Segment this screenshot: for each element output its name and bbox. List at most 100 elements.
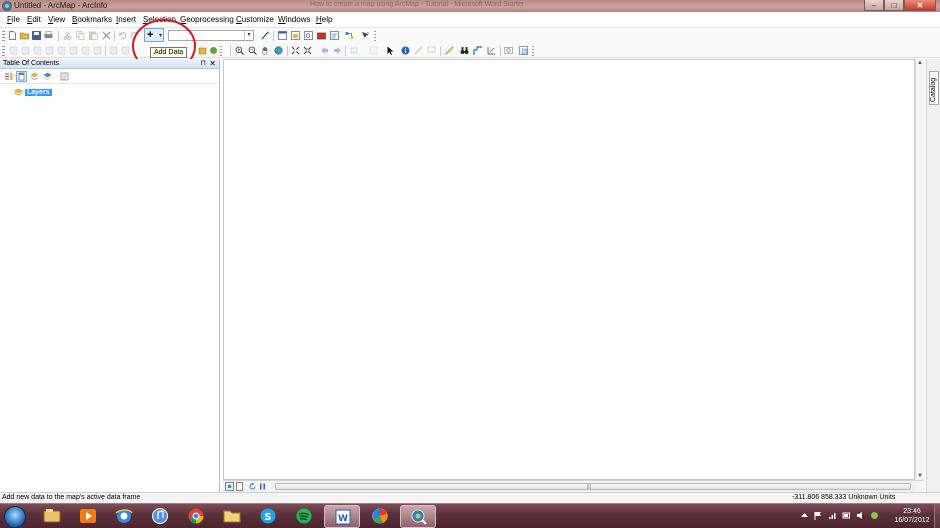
fixed-zoom-in-icon[interactable] [291, 46, 300, 55]
show-desktop-button[interactable] [934, 504, 940, 528]
tray-up-arrow-icon[interactable] [800, 511, 809, 520]
chevron-down-icon[interactable]: ▾ [244, 31, 253, 40]
find-route-icon[interactable] [473, 46, 482, 55]
sketch-properties-icon[interactable] [93, 46, 102, 55]
attributes-icon[interactable] [81, 46, 90, 55]
select-elements-pointer-icon[interactable] [386, 46, 395, 55]
list-by-visibility-icon[interactable] [30, 72, 39, 81]
refresh-icon[interactable] [248, 482, 257, 491]
toc-close-icon[interactable]: ✕ [209, 59, 216, 68]
tray-app-icon[interactable] [870, 511, 879, 520]
rotate-icon[interactable] [69, 46, 78, 55]
taskbar-itunes-icon[interactable] [142, 505, 178, 528]
pause-drawing-icon[interactable] [258, 482, 267, 491]
toolbar-grip-icon[interactable] [2, 31, 5, 41]
tray-flag-icon[interactable] [814, 511, 823, 520]
open-folder-icon[interactable] [20, 31, 29, 40]
list-by-drawing-order-icon[interactable] [4, 72, 13, 81]
arcscene-icon[interactable] [209, 46, 218, 55]
full-extent-globe-icon[interactable] [274, 46, 283, 55]
menu-edit[interactable]: Edit [27, 15, 41, 24]
python-window-icon[interactable] [330, 31, 339, 40]
html-popup-icon[interactable] [427, 46, 436, 55]
layers-data-frame-node[interactable]: Layers [14, 87, 52, 97]
taskbar-internet-explorer-icon[interactable] [106, 505, 142, 528]
zoom-in-icon[interactable] [235, 46, 244, 55]
reshape-icon[interactable] [33, 46, 42, 55]
taskbar-folder-icon[interactable] [214, 505, 250, 528]
scroll-down-arrow-icon[interactable]: ▼ [917, 473, 923, 479]
taskbar-skype-icon[interactable]: S [250, 505, 286, 528]
delete-icon[interactable] [102, 31, 111, 40]
go-forward-arrow-icon[interactable] [333, 46, 342, 55]
scrollbar-thumb[interactable] [275, 483, 911, 490]
taskbar-media-player-icon[interactable] [70, 505, 106, 528]
zoom-out-icon[interactable] [248, 46, 257, 55]
tray-network-icon[interactable] [828, 511, 837, 520]
select-by-rectangle-icon[interactable] [350, 46, 359, 55]
new-document-icon[interactable] [8, 31, 17, 40]
table-of-contents-window-icon[interactable] [278, 31, 287, 40]
list-by-selection-icon[interactable] [43, 72, 52, 81]
measure-icon[interactable] [445, 46, 454, 55]
toolbar-options-icon[interactable] [220, 46, 222, 56]
split-icon[interactable] [57, 46, 66, 55]
copy-icon[interactable] [76, 31, 85, 40]
map-display-area[interactable] [223, 59, 915, 480]
menu-windows[interactable]: Windows [278, 15, 310, 24]
pan-hand-icon[interactable] [261, 46, 270, 55]
paste-icon[interactable] [89, 31, 98, 40]
editor-toolbar-icon[interactable] [261, 31, 270, 40]
georef-icon[interactable] [109, 46, 118, 55]
go-to-xy-icon[interactable] [487, 46, 496, 55]
identify-icon[interactable] [401, 46, 410, 55]
layout-view-icon[interactable] [235, 482, 244, 491]
time-slider-icon[interactable] [504, 46, 513, 55]
menu-view[interactable]: View [48, 15, 65, 24]
tray-battery-icon[interactable] [842, 511, 851, 520]
menu-help[interactable]: Help [316, 15, 332, 24]
cut-icon[interactable] [63, 31, 72, 40]
cut-polygons-icon[interactable] [45, 46, 54, 55]
toolbar-grip-icon[interactable] [2, 46, 5, 56]
maximize-button[interactable]: □ [884, 0, 904, 11]
toolbar-options-icon[interactable] [374, 31, 376, 41]
hyperlink-icon[interactable] [414, 46, 423, 55]
start-button-icon[interactable] [4, 506, 26, 528]
taskbar-chrome-icon[interactable] [178, 505, 214, 528]
minimize-button[interactable]: – [864, 0, 884, 11]
taskbar-arcmap-icon[interactable] [400, 505, 436, 528]
menu-customize[interactable]: Customize [236, 15, 274, 24]
toc-options-icon[interactable] [60, 72, 69, 81]
menu-insert[interactable]: Insert [116, 15, 136, 24]
taskbar-picasa-icon[interactable] [362, 505, 398, 528]
undo-icon[interactable] [118, 31, 127, 40]
save-icon[interactable] [32, 31, 41, 40]
arcmap-app-icon[interactable] [2, 1, 12, 11]
menu-geoprocessing[interactable]: Geoprocessing [180, 15, 234, 24]
model-builder-icon[interactable] [345, 31, 354, 40]
scroll-up-arrow-icon[interactable]: ▲ [917, 60, 923, 66]
snapping-icon[interactable] [121, 46, 130, 55]
auto-hide-pin-icon[interactable]: ⊓ [201, 59, 206, 67]
search-window-icon[interactable] [304, 31, 313, 40]
layer-tool-icon[interactable] [198, 46, 207, 55]
find-binoculars-icon[interactable] [460, 46, 469, 55]
go-back-arrow-icon[interactable] [320, 46, 329, 55]
menu-file[interactable]: File [7, 15, 20, 24]
taskbar-explorer-icon[interactable] [34, 505, 70, 528]
map-vertical-scrollbar[interactable]: ▲ ▼ [915, 59, 924, 480]
data-view-icon[interactable] [225, 482, 234, 491]
taskbar-word-icon[interactable]: W [324, 505, 360, 528]
editor-sketch-icon[interactable] [9, 46, 18, 55]
menu-bookmarks[interactable]: Bookmarks [72, 15, 112, 24]
whats-this-help-icon[interactable]: ? [361, 31, 370, 40]
tray-volume-icon[interactable] [856, 511, 865, 520]
taskbar-spotify-icon[interactable] [286, 505, 322, 528]
arctoolbox-window-icon[interactable] [317, 31, 326, 40]
print-icon[interactable] [44, 31, 53, 40]
map-horizontal-scrollbar[interactable]: ||| [271, 482, 915, 491]
taskbar-clock[interactable]: 23:46 16/07/2012 [892, 507, 932, 525]
edit-vertices-icon[interactable] [21, 46, 30, 55]
fixed-zoom-out-icon[interactable] [303, 46, 312, 55]
